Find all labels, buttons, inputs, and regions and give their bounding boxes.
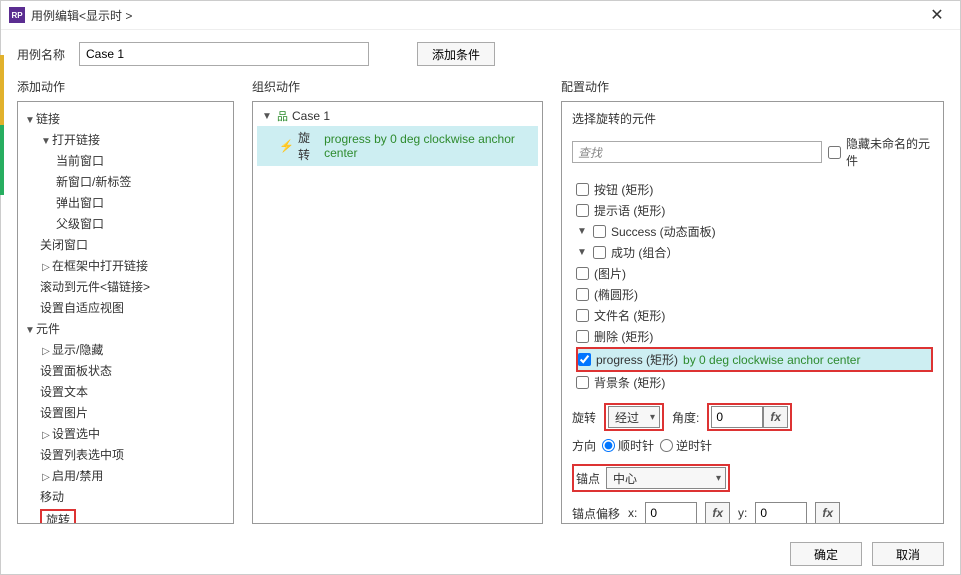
y-label: y:	[738, 506, 747, 520]
widget-item[interactable]: 提示语 (矩形)	[576, 200, 933, 221]
tree-item[interactable]: 设置面板状态	[22, 360, 229, 381]
tree-item[interactable]: 设置图片	[22, 402, 229, 423]
fx-button-y[interactable]: fx	[815, 502, 840, 523]
case-name-input[interactable]	[79, 42, 369, 66]
widget-item[interactable]: 按钮 (矩形)	[576, 179, 933, 200]
offset-label: 锚点偏移	[572, 505, 620, 522]
action-tree-panel: 链接 打开链接 当前窗口 新窗口/新标签 弹出窗口 父级窗口 关闭窗口 在框架中…	[17, 101, 234, 524]
widget-item[interactable]: 删除 (矩形)	[576, 326, 933, 347]
fx-button[interactable]: fx	[763, 406, 788, 428]
tree-item[interactable]: 父级窗口	[22, 213, 229, 234]
left-edge-marks	[0, 55, 4, 195]
anchor-label: 锚点	[576, 470, 600, 487]
tree-item[interactable]: 新窗口/新标签	[22, 171, 229, 192]
progress-name: progress (矩形)	[596, 351, 678, 368]
section-right-title: 配置动作	[561, 78, 944, 95]
tree-item[interactable]: 关闭窗口	[22, 234, 229, 255]
hide-unnamed-checkbox[interactable]: 隐藏未命名的元件	[828, 133, 933, 171]
tree-item[interactable]: 显示/隐藏	[22, 339, 229, 360]
widget-item-progress[interactable]: progress (矩形) by 0 deg clockwise anchor …	[576, 347, 933, 372]
section-mid-title: 组织动作	[252, 78, 543, 95]
tree-item-rotate[interactable]: 旋转	[22, 507, 229, 524]
x-label: x:	[628, 506, 637, 520]
case-label: Case 1	[292, 109, 330, 123]
window-title: 用例编辑<显示时 >	[31, 7, 922, 24]
tree-group-widgets[interactable]: 元件	[22, 318, 229, 339]
app-icon: RP	[9, 7, 25, 23]
add-condition-button[interactable]: 添加条件	[417, 42, 495, 66]
widget-item[interactable]: (椭圆形)	[576, 284, 933, 305]
tree-item[interactable]: 滚动到元件<锚链接>	[22, 276, 229, 297]
section-left-title: 添加动作	[17, 78, 234, 95]
angle-input[interactable]	[711, 406, 763, 428]
widget-item[interactable]: 文件名 (矩形)	[576, 305, 933, 326]
anchor-select[interactable]: 中心	[606, 467, 726, 489]
choose-widget-label: 选择旋转的元件	[572, 110, 933, 127]
case-icon: 品	[277, 108, 288, 124]
tree-item[interactable]: 移动	[22, 486, 229, 507]
close-icon[interactable]: ✕	[922, 5, 952, 25]
tree-item[interactable]: 设置列表选中项	[22, 444, 229, 465]
widget-item[interactable]: 成功 (组合）	[576, 242, 933, 263]
case-name-label: 用例名称	[17, 46, 69, 63]
rotate-mode-select[interactable]: 经过	[608, 406, 660, 428]
ok-button[interactable]: 确定	[790, 542, 862, 566]
tree-item[interactable]: 设置自适应视图	[22, 297, 229, 318]
offset-y-input[interactable]	[755, 502, 807, 523]
case-actions-panel: 品 Case 1 ⚡ 旋转progress by 0 deg clockwise…	[252, 101, 543, 524]
action-suffix: progress by 0 deg clockwise anchor cente…	[324, 132, 534, 160]
progress-suffix: by 0 deg clockwise anchor center	[683, 353, 860, 367]
offset-x-input[interactable]	[645, 502, 697, 523]
direction-label: 方向	[572, 437, 596, 454]
tree-group-links[interactable]: 链接	[22, 108, 229, 129]
chevron-down-icon	[261, 111, 273, 122]
cancel-button[interactable]: 取消	[872, 542, 944, 566]
action-prefix: 旋转	[298, 129, 320, 163]
search-input[interactable]	[572, 141, 822, 163]
radio-cw[interactable]: 顺时针	[602, 437, 654, 454]
widget-item[interactable]: (图片)	[576, 263, 933, 284]
tree-item[interactable]: 当前窗口	[22, 150, 229, 171]
tree-item[interactable]: 设置选中	[22, 423, 229, 444]
fx-button-x[interactable]: fx	[705, 502, 730, 523]
bolt-icon: ⚡	[279, 139, 294, 153]
rotate-label: 旋转	[572, 409, 596, 426]
action-row-rotate[interactable]: ⚡ 旋转progress by 0 deg clockwise anchor c…	[257, 126, 538, 166]
radio-ccw[interactable]: 逆时针	[660, 437, 712, 454]
tree-item[interactable]: 弹出窗口	[22, 192, 229, 213]
tree-group-open-link[interactable]: 打开链接	[22, 129, 229, 150]
widget-item[interactable]: Success (动态面板)	[576, 221, 933, 242]
angle-label: 角度:	[672, 409, 699, 426]
case-row[interactable]: 品 Case 1	[257, 106, 538, 126]
config-panel: 选择旋转的元件 隐藏未命名的元件 按钮 (矩形) 提示语 (矩形) Succes…	[561, 101, 944, 524]
tree-item[interactable]: 启用/禁用	[22, 465, 229, 486]
tree-item[interactable]: 在框架中打开链接	[22, 255, 229, 276]
tree-item[interactable]: 设置文本	[22, 381, 229, 402]
widget-item[interactable]: 背景条 (矩形)	[576, 372, 933, 393]
